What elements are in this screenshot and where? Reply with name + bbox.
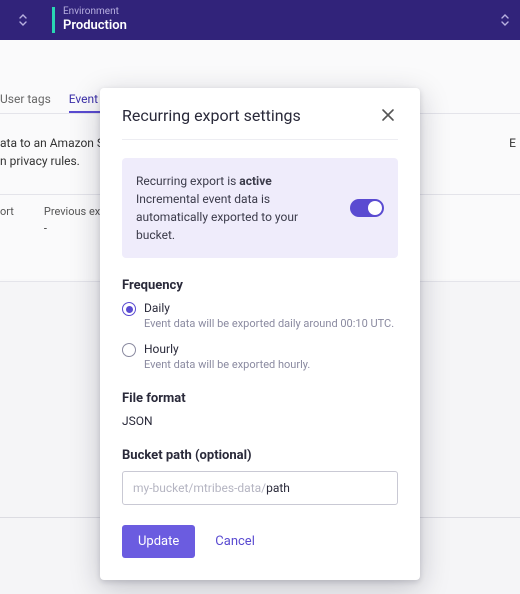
file-format-label: File format xyxy=(122,391,398,406)
recurring-export-modal: Recurring export settings Recurring expo… xyxy=(100,88,420,580)
modal-overlay: Recurring export settings Recurring expo… xyxy=(0,0,520,594)
modal-title: Recurring export settings xyxy=(122,106,301,125)
status-label: Recurring export is xyxy=(136,174,239,188)
bucket-placeholder: my-bucket/mtribes-data/ xyxy=(133,481,266,495)
status-desc: Incremental event data is automatically … xyxy=(136,190,340,244)
radio-hourly[interactable] xyxy=(122,343,136,357)
cancel-button[interactable]: Cancel xyxy=(215,534,255,549)
file-format-value: JSON xyxy=(122,414,398,428)
bucket-path-input[interactable]: my-bucket/mtribes-data/path xyxy=(122,471,398,505)
daily-desc: Event data will be exported daily around… xyxy=(144,317,394,330)
status-banner: Recurring export is active Incremental e… xyxy=(122,158,398,258)
radio-daily[interactable] xyxy=(122,302,136,316)
close-icon[interactable] xyxy=(380,107,398,125)
hourly-label: Hourly xyxy=(144,342,310,356)
daily-label: Daily xyxy=(144,301,394,315)
hourly-desc: Event data will be exported hourly. xyxy=(144,358,310,371)
frequency-daily-option[interactable]: Daily Event data will be exported daily … xyxy=(122,301,398,330)
status-text: Recurring export is active Incremental e… xyxy=(136,172,340,244)
frequency-label: Frequency xyxy=(122,278,398,293)
status-state: active xyxy=(239,174,271,188)
bucket-path-label: Bucket path (optional) xyxy=(122,448,398,463)
update-button[interactable]: Update xyxy=(122,525,195,558)
bucket-value: path xyxy=(266,481,290,495)
frequency-hourly-option[interactable]: Hourly Event data will be exported hourl… xyxy=(122,342,398,371)
active-toggle[interactable] xyxy=(350,199,384,217)
